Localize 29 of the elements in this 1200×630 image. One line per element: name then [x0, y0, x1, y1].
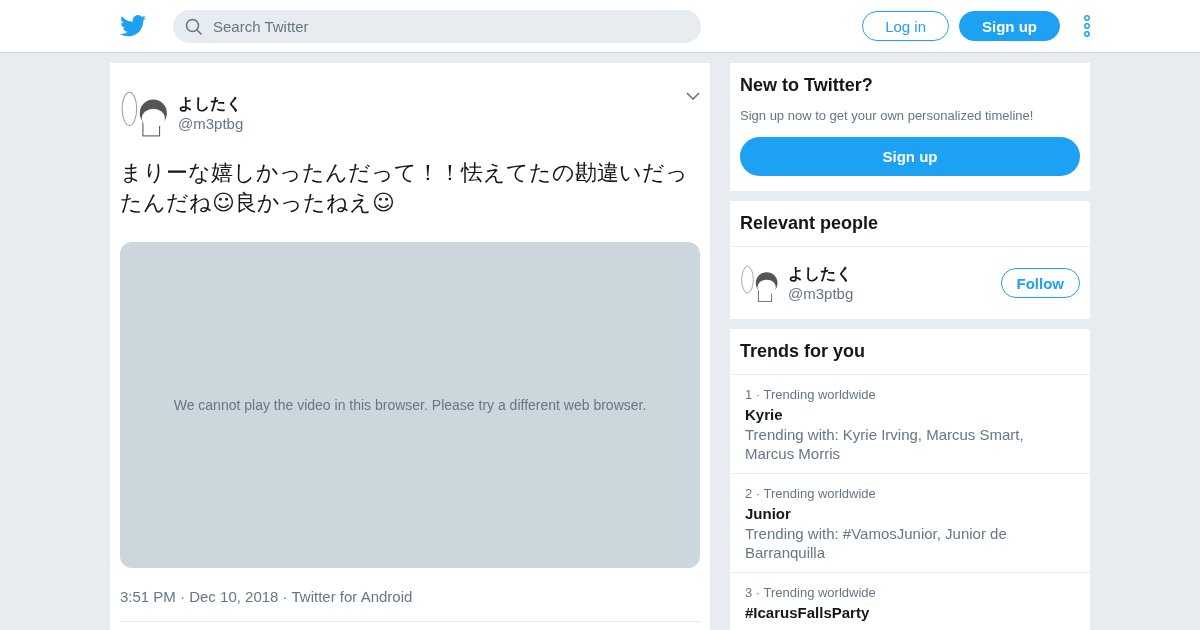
trend-context: 2 · Trending worldwide: [745, 486, 877, 501]
signup-subtitle: Sign up now to get your own personalized timeline!: [739, 108, 1035, 125]
trend-related: Trending with: #VamosJunior, Junior de Barranquilla: [745, 524, 1008, 562]
video-error-message: We cannot play the video in this browser. Please try a different web browser.: [173, 397, 647, 413]
follow-button[interactable]: Follow: [1000, 268, 1080, 298]
person-handle[interactable]: @m3ptbg: [788, 285, 993, 302]
sign-up-button[interactable]: Sign up: [740, 137, 1080, 176]
author-name[interactable]: よしたく: [178, 94, 678, 115]
card-title: Trends for you: [730, 329, 1090, 375]
bird-logo-icon[interactable]: [120, 15, 146, 37]
trend-context: 3 · Trending worldwide: [745, 585, 877, 600]
trend-context: 1 · Trending worldwide: [745, 387, 877, 402]
tweet-timestamp: 3:51 PM · Dec 10, 2018 · Twitter for Android: [120, 568, 700, 622]
search-field[interactable]: Search Twitter: [173, 9, 701, 43]
trend-name[interactable]: Kyrie: [745, 406, 1075, 423]
author-handle[interactable]: @m3ptbg: [178, 115, 678, 132]
card-title: Relevant people: [730, 201, 1090, 247]
person-name[interactable]: よしたく: [788, 264, 993, 285]
sign-up-button[interactable]: Sign up: [959, 11, 1060, 41]
more-icon[interactable]: [1084, 15, 1090, 37]
log-in-button[interactable]: Log in: [862, 11, 949, 41]
video-player[interactable]: We cannot play the video in this browser. Please try a different web browser.: [120, 242, 700, 568]
chevron-down-icon[interactable]: [686, 92, 700, 101]
tweet-text: まりーな嬉しかったんだって！！怯えてたの勘違いだったんだね☺良かったねえ☺: [120, 159, 689, 217]
card-title: New to Twitter?: [739, 74, 874, 97]
trend-name[interactable]: Junior: [745, 505, 1075, 522]
trend-related: Trending with: Kyrie Irving, Marcus Smart, Marcus Morris: [745, 425, 1025, 463]
avatar-icon[interactable]: [740, 263, 780, 303]
trend-name[interactable]: #IcarusFallsParty: [745, 604, 1075, 621]
